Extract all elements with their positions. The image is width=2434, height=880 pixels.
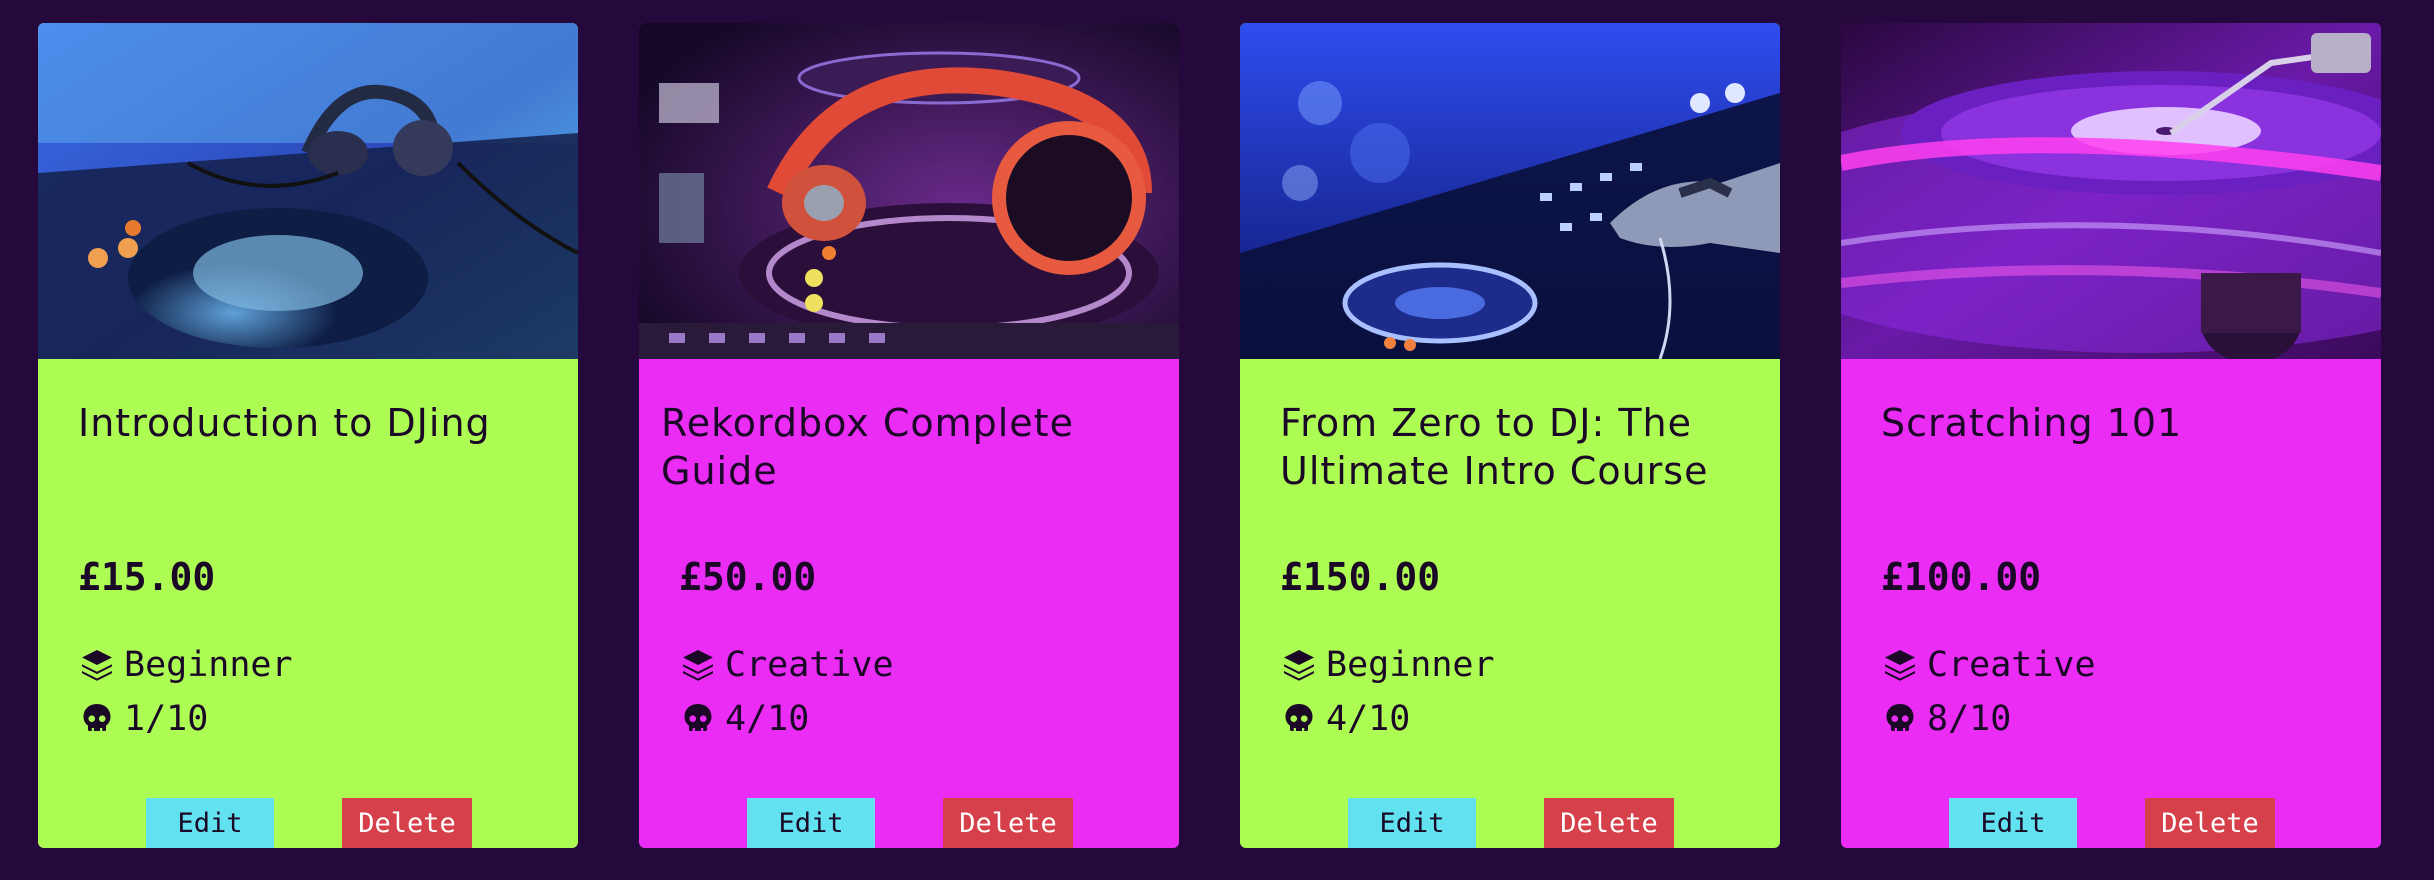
- edit-button[interactable]: Edit: [747, 798, 875, 848]
- course-level: Beginner: [1280, 645, 1495, 685]
- skull-icon: [1881, 700, 1919, 738]
- course-level: Beginner: [78, 645, 293, 685]
- course-price: £100.00: [1881, 555, 2042, 599]
- course-level-text: Creative: [1927, 645, 2096, 685]
- course-price: £50.00: [679, 555, 817, 599]
- course-title: Rekordbox Complete Guide: [661, 401, 1074, 493]
- course-card: Scratching 101 £100.00 Creative 8/10 Edi…: [1841, 23, 2381, 848]
- delete-button[interactable]: Delete: [1544, 798, 1674, 848]
- course-level-text: Beginner: [1326, 645, 1495, 685]
- course-difficulty: 4/10: [679, 699, 809, 739]
- course-card: Rekordbox Complete Guide £50.00 Creative…: [639, 23, 1179, 848]
- layers-icon: [1280, 646, 1318, 684]
- course-level-text: Creative: [725, 645, 894, 685]
- course-title: Introduction to DJing: [78, 401, 491, 445]
- course-grid: Introduction to DJing £15.00 Beginner 1/…: [38, 23, 2381, 848]
- course-card-body: Scratching 101 £100.00 Creative 8/10 Edi…: [1841, 359, 2381, 848]
- course-difficulty-text: 1/10: [124, 699, 209, 739]
- layers-icon: [78, 646, 116, 684]
- course-difficulty: 4/10: [1280, 699, 1410, 739]
- course-card-body: Introduction to DJing £15.00 Beginner 1/…: [38, 359, 578, 848]
- course-card-body: From Zero to DJ: The Ultimate Intro Cour…: [1240, 359, 1780, 848]
- course-difficulty-text: 4/10: [1326, 699, 1411, 739]
- course-image: [1240, 23, 1780, 359]
- edit-button[interactable]: Edit: [146, 798, 274, 848]
- course-card: From Zero to DJ: The Ultimate Intro Cour…: [1240, 23, 1780, 848]
- course-difficulty-text: 4/10: [725, 699, 810, 739]
- course-title: From Zero to DJ: The Ultimate Intro Cour…: [1280, 401, 1709, 493]
- layers-icon: [1881, 646, 1919, 684]
- course-image: [38, 23, 578, 359]
- course-image: [639, 23, 1179, 359]
- course-card-body: Rekordbox Complete Guide £50.00 Creative…: [639, 359, 1179, 848]
- layers-icon: [679, 646, 717, 684]
- skull-icon: [78, 700, 116, 738]
- course-difficulty: 8/10: [1881, 699, 2011, 739]
- delete-button[interactable]: Delete: [2145, 798, 2275, 848]
- course-price: £15.00: [78, 555, 216, 599]
- skull-icon: [679, 700, 717, 738]
- course-difficulty: 1/10: [78, 699, 208, 739]
- course-card: Introduction to DJing £15.00 Beginner 1/…: [38, 23, 578, 848]
- edit-button[interactable]: Edit: [1949, 798, 2077, 848]
- course-level: Creative: [1881, 645, 2096, 685]
- delete-button[interactable]: Delete: [943, 798, 1073, 848]
- course-level-text: Beginner: [124, 645, 293, 685]
- delete-button[interactable]: Delete: [342, 798, 472, 848]
- course-price: £150.00: [1280, 555, 1441, 599]
- course-level: Creative: [679, 645, 894, 685]
- edit-button[interactable]: Edit: [1348, 798, 1476, 848]
- skull-icon: [1280, 700, 1318, 738]
- course-difficulty-text: 8/10: [1927, 699, 2012, 739]
- course-title: Scratching 101: [1881, 401, 2183, 445]
- course-image: [1841, 23, 2381, 359]
